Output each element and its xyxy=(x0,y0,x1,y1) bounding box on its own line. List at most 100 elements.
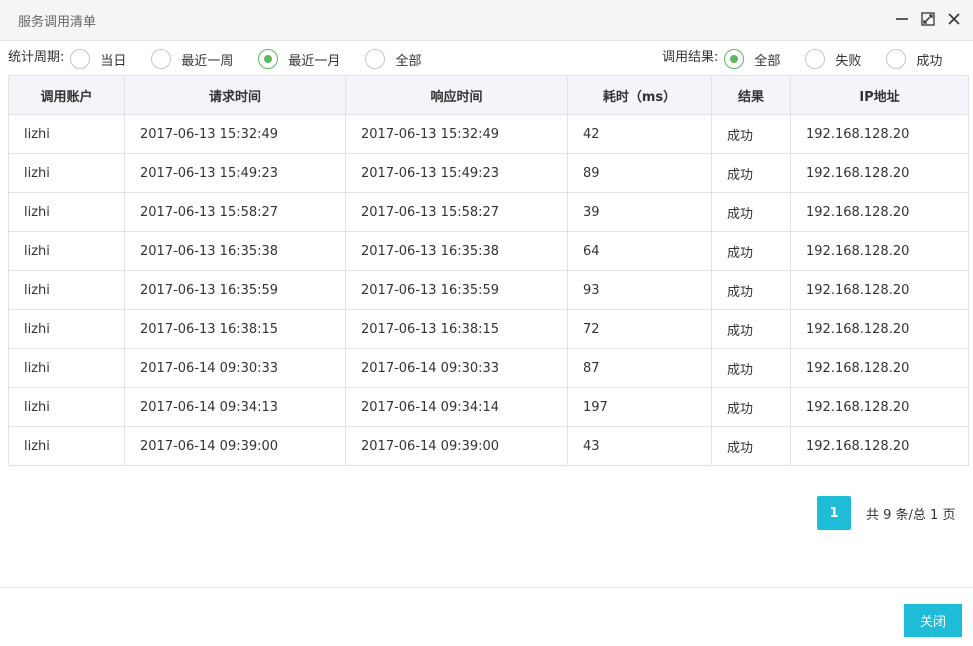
cell-account: lizhi xyxy=(8,231,125,271)
cell-request-time: 2017-06-14 09:34:13 xyxy=(124,387,346,427)
cell-duration: 72 xyxy=(567,309,712,349)
result-option-label: 成功 xyxy=(916,53,943,69)
cell-response-time: 2017-06-13 15:49:23 xyxy=(345,153,568,193)
radio-unchecked-icon[interactable] xyxy=(70,49,91,69)
table-row[interactable]: lizhi 2017-06-13 16:35:38 2017-06-13 16:35… xyxy=(8,231,969,271)
cell-response-time: 2017-06-14 09:34:14 xyxy=(345,387,568,427)
col-header-account[interactable]: 调用账户 xyxy=(8,75,125,115)
cell-request-time: 2017-06-13 15:58:27 xyxy=(124,192,346,232)
cell-request-time: 2017-06-13 15:32:49 xyxy=(124,114,346,154)
cell-request-time: 2017-06-13 16:35:59 xyxy=(124,270,346,310)
period-filter: 统计周期: 当日 最近一周 最近一月 全部 xyxy=(8,44,421,74)
cell-result: 成功 xyxy=(711,114,791,154)
table-row[interactable]: lizhi 2017-06-14 09:39:00 2017-06-14 09:39… xyxy=(8,426,969,466)
cell-duration: 42 xyxy=(567,114,712,154)
cell-account: lizhi xyxy=(8,270,125,310)
cell-response-time: 2017-06-13 15:58:27 xyxy=(345,192,568,232)
period-option-label: 最近一周 xyxy=(181,53,234,69)
table-row[interactable]: lizhi 2017-06-13 16:38:15 2017-06-13 16:38… xyxy=(8,309,969,349)
radio-unchecked-icon[interactable] xyxy=(805,49,826,69)
cell-result: 成功 xyxy=(711,309,791,349)
period-option-0[interactable]: 当日 xyxy=(70,49,126,69)
service-call-table: 调用账户 请求时间 响应时间 耗时（ms） 结果 IP地址 lizhi 2017-… xyxy=(8,75,969,466)
period-option-2[interactable]: 最近一月 xyxy=(258,49,340,69)
period-option-3[interactable]: 全部 xyxy=(365,49,421,69)
pagination-info: 共 9 条/总 1 页 xyxy=(866,507,956,523)
cell-ip: 192.168.128.20 xyxy=(790,192,969,232)
col-header-response-time[interactable]: 响应时间 xyxy=(345,75,568,115)
cell-duration: 87 xyxy=(567,348,712,388)
cell-account: lizhi xyxy=(8,153,125,193)
period-option-label: 全部 xyxy=(395,53,422,69)
cell-account: lizhi xyxy=(8,387,125,427)
cell-result: 成功 xyxy=(711,426,791,466)
radio-unchecked-icon[interactable] xyxy=(886,49,907,69)
cell-duration: 39 xyxy=(567,192,712,232)
cell-duration: 89 xyxy=(567,153,712,193)
cell-duration: 197 xyxy=(567,387,712,427)
period-option-label: 最近一月 xyxy=(288,53,341,69)
result-filter-label: 调用结果: xyxy=(662,49,719,65)
table-row[interactable]: lizhi 2017-06-14 09:34:13 2017-06-14 09:34… xyxy=(8,387,969,427)
table-row[interactable]: lizhi 2017-06-13 16:35:59 2017-06-13 16:35… xyxy=(8,270,969,310)
cell-result: 成功 xyxy=(711,192,791,232)
maximize-icon[interactable] xyxy=(920,11,936,27)
cell-ip: 192.168.128.20 xyxy=(790,309,969,349)
table-row[interactable]: lizhi 2017-06-13 15:32:49 2017-06-13 15:32… xyxy=(8,114,969,154)
cell-ip: 192.168.128.20 xyxy=(790,387,969,427)
cell-ip: 192.168.128.20 xyxy=(790,426,969,466)
cell-result: 成功 xyxy=(711,387,791,427)
close-button[interactable]: 关闭 xyxy=(904,604,962,637)
cell-response-time: 2017-06-13 16:35:59 xyxy=(345,270,568,310)
minimize-icon[interactable] xyxy=(894,11,910,27)
col-header-request-time[interactable]: 请求时间 xyxy=(124,75,346,115)
cell-request-time: 2017-06-14 09:39:00 xyxy=(124,426,346,466)
cell-ip: 192.168.128.20 xyxy=(790,348,969,388)
cell-duration: 43 xyxy=(567,426,712,466)
cell-account: lizhi xyxy=(8,309,125,349)
cell-request-time: 2017-06-14 09:30:33 xyxy=(124,348,346,388)
cell-response-time: 2017-06-14 09:39:00 xyxy=(345,426,568,466)
col-header-duration[interactable]: 耗时（ms） xyxy=(567,75,712,115)
cell-ip: 192.168.128.20 xyxy=(790,114,969,154)
table-row[interactable]: lizhi 2017-06-13 15:58:27 2017-06-13 15:58… xyxy=(8,192,969,232)
cell-request-time: 2017-06-13 16:35:38 xyxy=(124,231,346,271)
cell-result: 成功 xyxy=(711,231,791,271)
table-row[interactable]: lizhi 2017-06-14 09:30:33 2017-06-14 09:30… xyxy=(8,348,969,388)
window-titlebar: 服务调用清单 xyxy=(0,0,973,41)
cell-response-time: 2017-06-13 16:38:15 xyxy=(345,309,568,349)
close-icon[interactable] xyxy=(946,11,962,27)
result-filter: 调用结果: 全部 失败 成功 xyxy=(662,44,942,74)
period-filter-label: 统计周期: xyxy=(8,49,65,65)
table-row[interactable]: lizhi 2017-06-13 15:49:23 2017-06-13 15:49… xyxy=(8,153,969,193)
col-header-result[interactable]: 结果 xyxy=(711,75,791,115)
result-option-label: 全部 xyxy=(754,53,781,69)
cell-duration: 64 xyxy=(567,231,712,271)
result-option-0[interactable]: 全部 xyxy=(724,49,780,69)
cell-account: lizhi xyxy=(8,192,125,232)
cell-account: lizhi xyxy=(8,348,125,388)
result-option-2[interactable]: 成功 xyxy=(886,49,942,69)
dialog-footer: 关闭 xyxy=(0,587,973,646)
cell-result: 成功 xyxy=(711,270,791,310)
radio-unchecked-icon[interactable] xyxy=(151,49,172,69)
cell-request-time: 2017-06-13 15:49:23 xyxy=(124,153,346,193)
period-option-label: 当日 xyxy=(100,53,127,69)
radio-unchecked-icon[interactable] xyxy=(365,49,386,69)
cell-request-time: 2017-06-13 16:38:15 xyxy=(124,309,346,349)
cell-duration: 93 xyxy=(567,270,712,310)
cell-result: 成功 xyxy=(711,153,791,193)
window-title: 服务调用清单 xyxy=(18,15,97,30)
period-option-1[interactable]: 最近一周 xyxy=(151,49,233,69)
radio-checked-icon[interactable] xyxy=(724,49,745,69)
page-button-current[interactable]: 1 xyxy=(817,496,851,530)
radio-checked-icon[interactable] xyxy=(258,49,279,69)
pagination: 1 共 9 条/总 1 页 xyxy=(817,496,955,530)
col-header-ip[interactable]: IP地址 xyxy=(790,75,969,115)
cell-ip: 192.168.128.20 xyxy=(790,153,969,193)
cell-response-time: 2017-06-13 16:35:38 xyxy=(345,231,568,271)
cell-result: 成功 xyxy=(711,348,791,388)
cell-account: lizhi xyxy=(8,426,125,466)
result-option-1[interactable]: 失败 xyxy=(805,49,861,69)
cell-ip: 192.168.128.20 xyxy=(790,231,969,271)
